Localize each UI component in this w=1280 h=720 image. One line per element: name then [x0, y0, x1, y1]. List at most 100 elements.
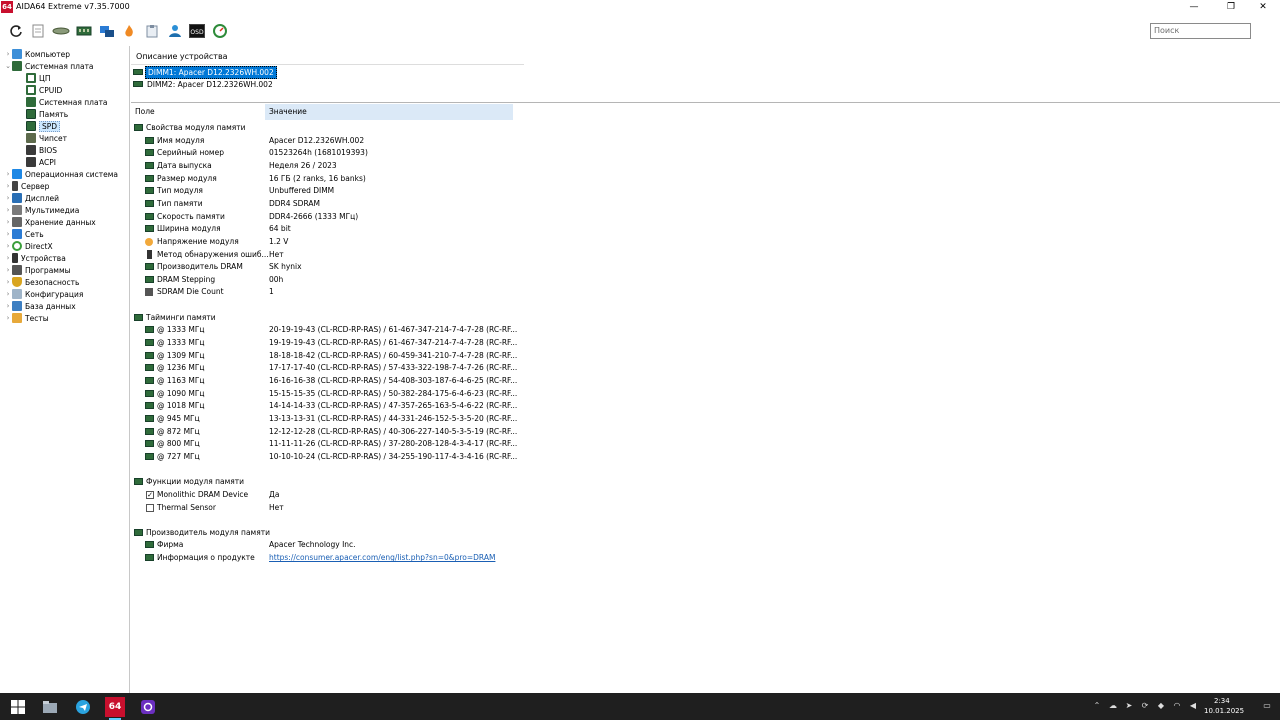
- property-field: Дата выпуска: [157, 160, 212, 170]
- tree-item-server[interactable]: › Сервер: [4, 180, 49, 192]
- expand-icon[interactable]: ›: [4, 170, 12, 178]
- tree-item-tests[interactable]: › Тесты: [4, 312, 49, 324]
- expand-icon[interactable]: ›: [4, 182, 12, 190]
- property-value: 20-19-19-43 (CL-RCD-RP-RAS) / 61-467-347…: [269, 325, 518, 335]
- tree-item-memory[interactable]: Память: [18, 108, 68, 120]
- tree-label: Программы: [25, 265, 71, 275]
- property-field: Информация о продукте: [157, 553, 255, 563]
- gauge-icon[interactable]: [210, 21, 230, 41]
- property-value: 14-14-14-33 (CL-RCD-RP-RAS) / 47-357-265…: [269, 401, 518, 411]
- tree-item-spd[interactable]: SPD: [18, 120, 61, 132]
- property-value: Нет: [269, 249, 284, 259]
- telegram-tray-icon[interactable]: ➤: [1124, 701, 1134, 711]
- property-field: SDRAM Die Count: [157, 287, 224, 297]
- property-field: @ 1236 МГц: [157, 363, 205, 373]
- clock-date[interactable]: 10.01.2025: [1204, 707, 1244, 715]
- tree-item-configuration[interactable]: › Конфигурация: [4, 288, 83, 300]
- tree-item-security[interactable]: › Безопасность: [4, 276, 79, 288]
- property-field: @ 1163 МГц: [157, 376, 205, 385]
- devices-icon: [12, 253, 18, 263]
- tree-item-os[interactable]: › Операционная система: [4, 168, 118, 180]
- tree-item-directx[interactable]: › DirectX: [4, 240, 53, 252]
- tree-label: Сеть: [25, 229, 44, 239]
- product-info-link[interactable]: https://consumer.apacer.com/eng/list.php…: [269, 552, 495, 564]
- tree-item-programs[interactable]: › Программы: [4, 264, 71, 276]
- clock-time[interactable]: 2:34: [1214, 697, 1230, 705]
- search-input[interactable]: Поиск: [1150, 23, 1251, 39]
- wifi-icon[interactable]: ◠: [1172, 701, 1182, 711]
- expand-icon[interactable]: ›: [4, 206, 12, 214]
- property-value: SK hynix: [269, 262, 302, 272]
- property-value: 1: [269, 287, 274, 297]
- cable-icon[interactable]: [51, 21, 71, 41]
- tree-label: Операционная система: [25, 169, 119, 179]
- expand-icon[interactable]: ›: [4, 230, 12, 238]
- property-field: @ 1090 МГц: [157, 388, 205, 398]
- chevron-up-icon[interactable]: ⌃: [1092, 701, 1102, 711]
- expand-icon[interactable]: ›: [4, 278, 12, 286]
- memory-module-icon: [145, 136, 154, 144]
- column-header-field[interactable]: Поле: [131, 104, 264, 120]
- report-icon[interactable]: [28, 21, 48, 41]
- collapse-icon[interactable]: ⌄: [4, 62, 12, 70]
- tree-item-chipset[interactable]: Чипсет: [18, 132, 67, 144]
- aida64-taskbar-button[interactable]: 64: [105, 697, 125, 717]
- memory-module-icon[interactable]: [74, 21, 94, 41]
- tree-item-bios[interactable]: BIOS: [18, 144, 57, 156]
- maximize-button[interactable]: ❐: [1214, 0, 1248, 15]
- expand-icon[interactable]: ›: [4, 290, 12, 298]
- device-panel: Описание устройства DIMM1: Apacer D12.23…: [131, 46, 1280, 103]
- notification-icon[interactable]: ▭: [1262, 701, 1272, 711]
- property-value: 13-13-13-31 (CL-RCD-RP-RAS) / 44-331-246…: [269, 413, 518, 423]
- tree-item-system-board[interactable]: Системная плата: [18, 96, 108, 108]
- expand-icon[interactable]: ›: [4, 302, 12, 310]
- tree-item-motherboard[interactable]: ⌄ Системная плата: [4, 60, 94, 72]
- property-field: Ширина модуля: [157, 224, 221, 234]
- tree-item-network[interactable]: › Сеть: [4, 228, 44, 240]
- tree-item-acpi[interactable]: ACPI: [18, 156, 56, 168]
- flame-icon[interactable]: [119, 21, 139, 41]
- expand-icon[interactable]: ›: [4, 218, 12, 226]
- tree-label: Системная плата: [39, 97, 108, 107]
- sync-icon[interactable]: ⟳: [1140, 701, 1150, 711]
- osd-icon[interactable]: OSD: [187, 21, 207, 41]
- network-icon[interactable]: [97, 21, 117, 41]
- user-icon[interactable]: [165, 21, 185, 41]
- tree-item-cpu[interactable]: ЦП: [18, 72, 50, 84]
- tree-item-multimedia[interactable]: › Мультимедиа: [4, 204, 79, 216]
- app-icon-purple[interactable]: [138, 697, 158, 717]
- file-explorer-icon[interactable]: [40, 697, 60, 717]
- tree-item-devices[interactable]: › Устройства: [4, 252, 66, 264]
- nvidia-icon[interactable]: ◆: [1156, 701, 1166, 711]
- cloud-icon[interactable]: ☁: [1108, 701, 1118, 711]
- refresh-icon[interactable]: [6, 21, 26, 41]
- expand-icon[interactable]: ›: [4, 242, 12, 250]
- device-dimm1[interactable]: DIMM1: Apacer D12.2326WH.002: [133, 65, 277, 79]
- property-field: @ 872 МГц: [157, 426, 200, 436]
- clipboard-icon[interactable]: [142, 21, 162, 41]
- expand-icon[interactable]: ›: [4, 314, 12, 322]
- device-panel-header[interactable]: Описание устройства: [136, 52, 228, 61]
- expand-icon[interactable]: ›: [4, 254, 12, 262]
- close-button[interactable]: ✕: [1246, 0, 1280, 15]
- property-value: Unbuffered DIMM: [269, 186, 335, 196]
- volume-icon[interactable]: ◀: [1188, 701, 1198, 711]
- expand-icon[interactable]: ›: [4, 194, 12, 202]
- device-dimm2[interactable]: DIMM2: Apacer D12.2326WH.002: [133, 78, 275, 90]
- property-value: Нет: [269, 502, 284, 512]
- expand-icon[interactable]: ›: [4, 266, 12, 274]
- column-header-value[interactable]: Значение: [265, 104, 513, 120]
- multimedia-icon: [12, 205, 22, 215]
- minimize-button[interactable]: —: [1177, 0, 1211, 15]
- tree-item-cpuid[interactable]: CPUID: [18, 84, 62, 96]
- tree-label: Компьютер: [25, 49, 70, 59]
- telegram-icon[interactable]: [73, 697, 93, 717]
- tree-item-computer[interactable]: › Компьютер: [4, 48, 70, 60]
- property-field: Тип модуля: [157, 186, 203, 196]
- tree-item-storage[interactable]: › Хранение данных: [4, 216, 96, 228]
- expand-icon[interactable]: ›: [4, 50, 12, 58]
- start-button[interactable]: [8, 697, 28, 717]
- tree-item-database[interactable]: › База данных: [4, 300, 76, 312]
- memory-module-icon: [145, 174, 154, 182]
- tree-item-display[interactable]: › Дисплей: [4, 192, 59, 204]
